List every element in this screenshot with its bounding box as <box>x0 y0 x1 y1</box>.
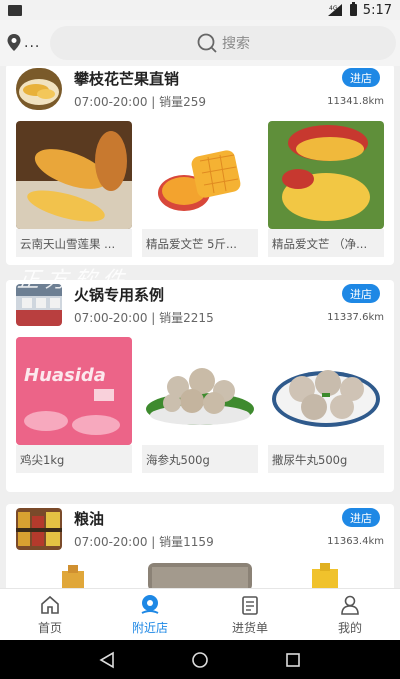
product-item[interactable]: Huasida 鸡尖1kg <box>16 337 132 473</box>
product-image <box>142 337 258 445</box>
product-image <box>268 561 384 588</box>
shop-avatar <box>16 284 62 326</box>
user-icon <box>341 595 359 615</box>
back-icon[interactable] <box>98 651 116 669</box>
clipboard-icon <box>242 595 258 615</box>
tab-label: 我的 <box>337 620 362 635</box>
product-item[interactable]: 撒尿牛丸500g <box>268 337 384 473</box>
product-name: 精品爱文芒 5斤... <box>142 229 258 257</box>
shop-distance: 11363.4km <box>327 536 384 547</box>
product-item[interactable] <box>268 561 384 588</box>
product-image <box>16 561 132 588</box>
shop-card[interactable]: 粮油 07:00-20:00 | 销量1159 进店 11363.4km <box>6 504 394 588</box>
product-name: 云南天山雪莲果 ... <box>16 229 132 257</box>
system-nav-bar <box>0 640 400 679</box>
enter-shop-button[interactable]: 进店 <box>342 284 380 303</box>
product-item[interactable]: 海参丸500g <box>142 337 258 473</box>
product-item[interactable] <box>142 561 258 588</box>
product-name: 海参丸500g <box>142 445 258 473</box>
home-button-icon[interactable] <box>191 651 209 669</box>
product-image <box>142 561 258 588</box>
product-image <box>142 121 258 229</box>
status-time: 5:17 <box>362 2 392 18</box>
shop-meta: 07:00-20:00 | 销量2215 <box>74 311 214 325</box>
tab-label: 附近店 <box>131 620 168 635</box>
tab-purchase-list[interactable]: 进货单 <box>200 589 300 640</box>
notification-icon <box>8 4 22 16</box>
shop-name: 粮油 <box>74 510 105 528</box>
tab-nearby[interactable]: 附近店 <box>100 589 200 640</box>
location-pin-icon <box>7 34 21 51</box>
svg-text:Huasida: Huasida <box>24 365 106 386</box>
shop-card[interactable]: 攀枝花芒果直销 07:00-20:00 | 销量259 进店 11341.8km… <box>6 66 394 265</box>
location-text: ... <box>24 35 41 51</box>
svg-text:4G: 4G <box>329 5 338 12</box>
product-image <box>268 121 384 229</box>
search-input[interactable]: 搜索 <box>50 26 396 60</box>
recents-icon[interactable] <box>284 651 302 669</box>
product-name: 精品爱文芒 （净... <box>268 229 384 257</box>
product-item[interactable] <box>16 561 132 588</box>
tab-label: 首页 <box>37 620 62 635</box>
shop-name: 攀枝花芒果直销 <box>74 70 180 88</box>
tab-mine[interactable]: 我的 <box>300 589 400 640</box>
shop-distance: 11341.8km <box>327 96 384 107</box>
product-item[interactable]: 精品爱文芒 5斤... <box>142 121 258 257</box>
bottom-tab-bar: 首页 附近店 进货单 我的 <box>0 588 400 640</box>
shop-avatar <box>16 508 62 550</box>
location-pin-icon <box>141 594 159 614</box>
shop-meta: 07:00-20:00 | 销量1159 <box>74 535 214 549</box>
shop-meta: 07:00-20:00 | 销量259 <box>74 95 207 109</box>
product-name: 撒尿牛丸500g <box>268 445 384 473</box>
battery-icon <box>349 2 357 16</box>
shop-distance: 11337.6km <box>327 312 384 323</box>
tab-label: 进货单 <box>231 620 268 635</box>
status-bar: 4G 5:17 <box>0 0 400 20</box>
location-selector[interactable]: ... <box>6 33 46 53</box>
signal-icon: 4G <box>327 4 344 16</box>
product-name: 鸡尖1kg <box>16 445 132 473</box>
shop-card[interactable]: 火锅专用系例 07:00-20:00 | 销量2215 进店 11337.6km… <box>6 280 394 492</box>
shop-name: 火锅专用系例 <box>74 286 165 304</box>
product-item[interactable]: 云南天山雪莲果 ... <box>16 121 132 257</box>
search-placeholder: 搜索 <box>222 36 250 52</box>
tab-home[interactable]: 首页 <box>0 589 100 640</box>
header: ... 搜索 <box>0 20 400 66</box>
search-icon <box>197 33 217 53</box>
product-image <box>16 121 132 229</box>
product-item[interactable]: 精品爱文芒 （净... <box>268 121 384 257</box>
product-image <box>268 337 384 445</box>
shop-list[interactable]: 攀枝花芒果直销 07:00-20:00 | 销量259 进店 11341.8km… <box>0 66 400 588</box>
home-icon <box>41 595 59 614</box>
enter-shop-button[interactable]: 进店 <box>342 508 380 527</box>
shop-avatar <box>16 68 62 110</box>
enter-shop-button[interactable]: 进店 <box>342 68 380 87</box>
product-image: Huasida <box>16 337 132 445</box>
